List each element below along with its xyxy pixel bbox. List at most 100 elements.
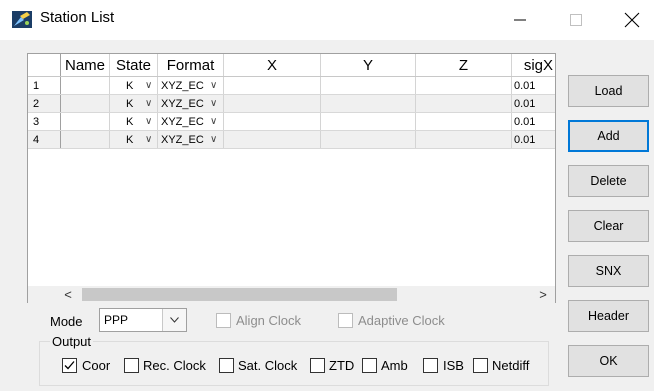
chevron-down-icon: ∨ <box>145 80 153 91</box>
format-dropdown[interactable]: XYZ_EC ∨ <box>158 131 224 148</box>
x-cell[interactable] <box>224 113 321 130</box>
z-cell[interactable] <box>416 95 512 112</box>
ztd-label: ZTD <box>329 358 355 373</box>
chevron-down-icon <box>170 317 179 323</box>
align-clock-label: Align Clock <box>236 313 302 328</box>
chevron-down-icon: ∨ <box>210 98 218 109</box>
x-cell[interactable] <box>224 77 321 94</box>
station-table[interactable]: Name State Format X Y Z sigX 1 K ∨ XYZ_E… <box>27 53 556 303</box>
coor-label: Coor <box>82 358 111 373</box>
name-cell[interactable] <box>61 95 110 112</box>
sigx-cell[interactable]: 0.01 <box>512 113 555 130</box>
table-header: Name State Format X Y Z sigX <box>28 54 555 77</box>
add-button[interactable]: Add <box>568 120 649 152</box>
y-cell[interactable] <box>321 95 416 112</box>
delete-button[interactable]: Delete <box>568 165 649 197</box>
sigx-cell[interactable]: 0.01 <box>512 131 555 148</box>
header-button[interactable]: Header <box>568 300 649 332</box>
state-value: K <box>126 98 134 110</box>
amb-label: Amb <box>381 358 408 373</box>
close-button[interactable] <box>609 0 654 40</box>
amb-checkbox[interactable] <box>362 358 377 373</box>
format-value: XYZ_EC <box>161 80 204 92</box>
state-dropdown[interactable]: K ∨ <box>110 113 158 130</box>
format-value: XYZ_EC <box>161 98 204 110</box>
adaptive-clock-checkbox[interactable] <box>338 313 353 328</box>
corner-header <box>28 54 61 76</box>
output-group-title: Output <box>50 334 94 349</box>
name-cell[interactable] <box>61 77 110 94</box>
table-row[interactable]: 3 K ∨ XYZ_EC ∨ 0.01 <box>28 113 555 131</box>
column-header[interactable]: Name <box>61 54 110 76</box>
z-cell[interactable] <box>416 77 512 94</box>
x-cell[interactable] <box>224 131 321 148</box>
ok-button[interactable]: OK <box>568 345 649 377</box>
name-cell[interactable] <box>61 113 110 130</box>
netdiff-label: Netdiff <box>492 358 530 373</box>
y-cell[interactable] <box>321 77 416 94</box>
rec-clock-label: Rec. Clock <box>143 358 206 373</box>
y-cell[interactable] <box>321 113 416 130</box>
ztd-checkbox[interactable] <box>310 358 325 373</box>
netdiff-checkbox[interactable] <box>473 358 488 373</box>
mode-select[interactable]: PPP <box>99 308 187 332</box>
format-value: XYZ_EC <box>161 116 204 128</box>
snx-button[interactable]: SNX <box>568 255 649 287</box>
maximize-icon <box>570 14 582 26</box>
state-value: K <box>126 116 134 128</box>
horizontal-scrollbar[interactable]: < > <box>28 286 555 303</box>
column-header[interactable]: sigX <box>512 54 555 76</box>
close-icon <box>624 12 640 28</box>
state-dropdown[interactable]: K ∨ <box>110 95 158 112</box>
column-header[interactable]: State <box>110 54 158 76</box>
state-value: K <box>126 80 134 92</box>
maximize-button[interactable] <box>553 0 599 40</box>
load-button[interactable]: Load <box>568 75 649 107</box>
table-row[interactable]: 4 K ∨ XYZ_EC ∨ 0.01 <box>28 131 555 149</box>
row-number[interactable]: 1 <box>28 77 61 94</box>
state-dropdown[interactable]: K ∨ <box>110 131 158 148</box>
column-header[interactable]: X <box>224 54 321 76</box>
minimize-icon <box>514 19 526 21</box>
window-title: Station List <box>40 9 115 26</box>
name-cell[interactable] <box>61 131 110 148</box>
sigx-cell[interactable]: 0.01 <box>512 77 555 94</box>
z-cell[interactable] <box>416 131 512 148</box>
align-clock-checkbox[interactable] <box>216 313 231 328</box>
chevron-down-icon: ∨ <box>210 134 218 145</box>
title-bar: Station List <box>0 0 654 40</box>
format-dropdown[interactable]: XYZ_EC ∨ <box>158 77 224 94</box>
satellite-app-icon <box>12 11 32 28</box>
row-number[interactable]: 2 <box>28 95 61 112</box>
table-row[interactable]: 1 K ∨ XYZ_EC ∨ 0.01 <box>28 77 555 95</box>
dialog-body: Name State Format X Y Z sigX 1 K ∨ XYZ_E… <box>0 40 654 391</box>
isb-checkbox[interactable] <box>423 358 438 373</box>
format-dropdown[interactable]: XYZ_EC ∨ <box>158 95 224 112</box>
state-value: K <box>126 134 134 146</box>
sat-clock-checkbox[interactable] <box>219 358 234 373</box>
format-dropdown[interactable]: XYZ_EC ∨ <box>158 113 224 130</box>
row-number[interactable]: 4 <box>28 131 61 148</box>
z-cell[interactable] <box>416 113 512 130</box>
x-cell[interactable] <box>224 95 321 112</box>
row-number[interactable]: 3 <box>28 113 61 130</box>
column-header[interactable]: Y <box>321 54 416 76</box>
chevron-down-icon: ∨ <box>210 80 218 91</box>
scroll-right-button[interactable]: > <box>531 286 555 303</box>
column-header[interactable]: Format <box>158 54 224 76</box>
y-cell[interactable] <box>321 131 416 148</box>
coor-checkbox[interactable] <box>62 358 77 373</box>
chevron-down-icon: ∨ <box>145 116 153 127</box>
format-value: XYZ_EC <box>161 134 204 146</box>
column-header[interactable]: Z <box>416 54 512 76</box>
minimize-button[interactable] <box>497 0 543 40</box>
state-dropdown[interactable]: K ∨ <box>110 77 158 94</box>
sigx-cell[interactable]: 0.01 <box>512 95 555 112</box>
clear-button[interactable]: Clear <box>568 210 649 242</box>
dropdown-button[interactable] <box>162 309 186 331</box>
scroll-left-button[interactable]: < <box>56 286 80 303</box>
chevron-down-icon: ∨ <box>145 134 153 145</box>
scrollbar-thumb[interactable] <box>82 288 397 301</box>
table-row[interactable]: 2 K ∨ XYZ_EC ∨ 0.01 <box>28 95 555 113</box>
rec-clock-checkbox[interactable] <box>124 358 139 373</box>
